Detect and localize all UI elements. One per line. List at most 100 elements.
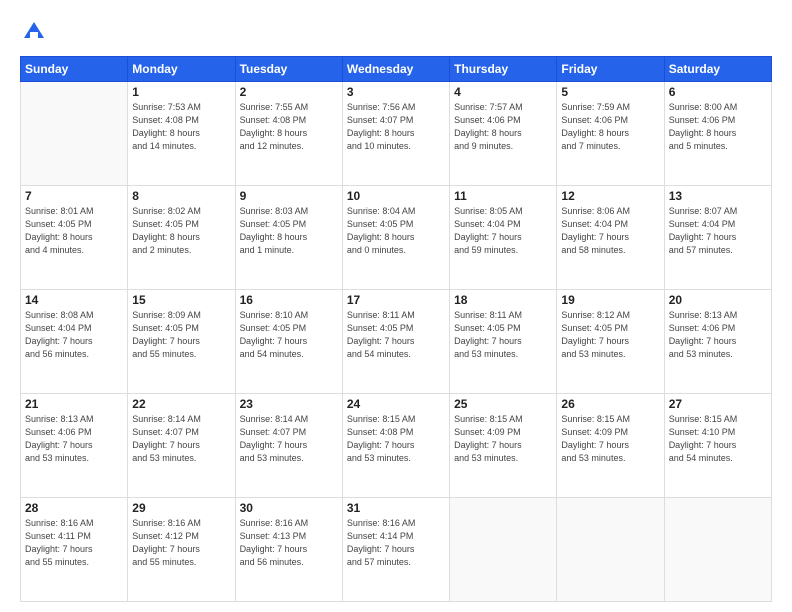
calendar-cell: 28 Sunrise: 8:16 AM Sunset: 4:11 PM Dayli…: [21, 498, 128, 602]
calendar-cell: 17 Sunrise: 8:11 AM Sunset: 4:05 PM Dayli…: [342, 290, 449, 394]
day-info: Sunrise: 8:11 AM Sunset: 4:05 PM Dayligh…: [454, 309, 552, 361]
day-info: Sunrise: 8:16 AM Sunset: 4:12 PM Dayligh…: [132, 517, 230, 569]
calendar-cell: 29 Sunrise: 8:16 AM Sunset: 4:12 PM Dayli…: [128, 498, 235, 602]
day-info: Sunrise: 8:02 AM Sunset: 4:05 PM Dayligh…: [132, 205, 230, 257]
weekday-header-thursday: Thursday: [450, 57, 557, 82]
calendar-cell: 21 Sunrise: 8:13 AM Sunset: 4:06 PM Dayli…: [21, 394, 128, 498]
day-number: 5: [561, 85, 659, 99]
day-info: Sunrise: 8:10 AM Sunset: 4:05 PM Dayligh…: [240, 309, 338, 361]
day-info: Sunrise: 8:03 AM Sunset: 4:05 PM Dayligh…: [240, 205, 338, 257]
day-number: 30: [240, 501, 338, 515]
day-info: Sunrise: 8:16 AM Sunset: 4:13 PM Dayligh…: [240, 517, 338, 569]
weekday-header-tuesday: Tuesday: [235, 57, 342, 82]
calendar-cell: 10Sunrise: 8:04 AM Sunset: 4:05 PM Dayli…: [342, 186, 449, 290]
weekday-header-row: SundayMondayTuesdayWednesdayThursdayFrid…: [21, 57, 772, 82]
weekday-header-monday: Monday: [128, 57, 235, 82]
calendar-cell: 15 Sunrise: 8:09 AM Sunset: 4:05 PM Dayli…: [128, 290, 235, 394]
calendar-cell: 22 Sunrise: 8:14 AM Sunset: 4:07 PM Dayli…: [128, 394, 235, 498]
day-info: Sunrise: 8:09 AM Sunset: 4:05 PM Dayligh…: [132, 309, 230, 361]
calendar-cell: 31 Sunrise: 8:16 AM Sunset: 4:14 PM Dayli…: [342, 498, 449, 602]
calendar-cell: 7 Sunrise: 8:01 AM Sunset: 4:05 PM Daylig…: [21, 186, 128, 290]
weekday-header-friday: Friday: [557, 57, 664, 82]
calendar-cell: 6 Sunrise: 8:00 AM Sunset: 4:06 PM Daylig…: [664, 82, 771, 186]
day-number: 18: [454, 293, 552, 307]
weekday-header-saturday: Saturday: [664, 57, 771, 82]
day-number: 25: [454, 397, 552, 411]
calendar-cell: 2Sunrise: 7:55 AM Sunset: 4:08 PM Daylig…: [235, 82, 342, 186]
day-info: Sunrise: 8:13 AM Sunset: 4:06 PM Dayligh…: [25, 413, 123, 465]
calendar-week-row: 7 Sunrise: 8:01 AM Sunset: 4:05 PM Daylig…: [21, 186, 772, 290]
day-info: Sunrise: 8:12 AM Sunset: 4:05 PM Dayligh…: [561, 309, 659, 361]
logo-icon: [20, 18, 48, 46]
calendar-week-row: 1 Sunrise: 7:53 AM Sunset: 4:08 PM Daylig…: [21, 82, 772, 186]
calendar-cell: 20Sunrise: 8:13 AM Sunset: 4:06 PM Dayli…: [664, 290, 771, 394]
day-number: 7: [25, 189, 123, 203]
day-info: Sunrise: 8:08 AM Sunset: 4:04 PM Dayligh…: [25, 309, 123, 361]
calendar-cell: 4 Sunrise: 7:57 AM Sunset: 4:06 PM Daylig…: [450, 82, 557, 186]
calendar-cell: 23Sunrise: 8:14 AM Sunset: 4:07 PM Dayli…: [235, 394, 342, 498]
day-info: Sunrise: 8:06 AM Sunset: 4:04 PM Dayligh…: [561, 205, 659, 257]
day-number: 24: [347, 397, 445, 411]
day-info: Sunrise: 8:11 AM Sunset: 4:05 PM Dayligh…: [347, 309, 445, 361]
day-info: Sunrise: 8:15 AM Sunset: 4:10 PM Dayligh…: [669, 413, 767, 465]
calendar-cell: [21, 82, 128, 186]
calendar-cell: 16 Sunrise: 8:10 AM Sunset: 4:05 PM Dayli…: [235, 290, 342, 394]
day-number: 17: [347, 293, 445, 307]
day-number: 22: [132, 397, 230, 411]
day-info: Sunrise: 7:53 AM Sunset: 4:08 PM Dayligh…: [132, 101, 230, 153]
calendar-cell: 25 Sunrise: 8:15 AM Sunset: 4:09 PM Dayli…: [450, 394, 557, 498]
calendar-week-row: 28 Sunrise: 8:16 AM Sunset: 4:11 PM Dayli…: [21, 498, 772, 602]
calendar-cell: 12 Sunrise: 8:06 AM Sunset: 4:04 PM Dayli…: [557, 186, 664, 290]
page: SundayMondayTuesdayWednesdayThursdayFrid…: [0, 0, 792, 612]
day-info: Sunrise: 8:15 AM Sunset: 4:09 PM Dayligh…: [561, 413, 659, 465]
day-info: Sunrise: 8:15 AM Sunset: 4:09 PM Dayligh…: [454, 413, 552, 465]
calendar-cell: [664, 498, 771, 602]
day-info: Sunrise: 7:55 AM Sunset: 4:08 PM Dayligh…: [240, 101, 338, 153]
calendar-cell: 3 Sunrise: 7:56 AM Sunset: 4:07 PM Daylig…: [342, 82, 449, 186]
day-number: 31: [347, 501, 445, 515]
day-number: 3: [347, 85, 445, 99]
day-number: 28: [25, 501, 123, 515]
calendar-cell: [557, 498, 664, 602]
calendar-week-row: 14 Sunrise: 8:08 AM Sunset: 4:04 PM Dayli…: [21, 290, 772, 394]
day-info: Sunrise: 8:01 AM Sunset: 4:05 PM Dayligh…: [25, 205, 123, 257]
calendar-week-row: 21 Sunrise: 8:13 AM Sunset: 4:06 PM Dayli…: [21, 394, 772, 498]
day-number: 26: [561, 397, 659, 411]
day-info: Sunrise: 8:14 AM Sunset: 4:07 PM Dayligh…: [132, 413, 230, 465]
day-number: 1: [132, 85, 230, 99]
day-number: 23: [240, 397, 338, 411]
day-number: 14: [25, 293, 123, 307]
calendar-cell: 8 Sunrise: 8:02 AM Sunset: 4:05 PM Daylig…: [128, 186, 235, 290]
calendar-cell: 11 Sunrise: 8:05 AM Sunset: 4:04 PM Dayli…: [450, 186, 557, 290]
day-number: 8: [132, 189, 230, 203]
day-number: 6: [669, 85, 767, 99]
day-number: 13: [669, 189, 767, 203]
day-number: 19: [561, 293, 659, 307]
day-info: Sunrise: 8:00 AM Sunset: 4:06 PM Dayligh…: [669, 101, 767, 153]
day-info: Sunrise: 7:56 AM Sunset: 4:07 PM Dayligh…: [347, 101, 445, 153]
day-info: Sunrise: 8:16 AM Sunset: 4:14 PM Dayligh…: [347, 517, 445, 569]
calendar-cell: 24 Sunrise: 8:15 AM Sunset: 4:08 PM Dayli…: [342, 394, 449, 498]
day-info: Sunrise: 7:57 AM Sunset: 4:06 PM Dayligh…: [454, 101, 552, 153]
calendar-cell: 30 Sunrise: 8:16 AM Sunset: 4:13 PM Dayli…: [235, 498, 342, 602]
calendar-cell: 18 Sunrise: 8:11 AM Sunset: 4:05 PM Dayli…: [450, 290, 557, 394]
day-info: Sunrise: 8:16 AM Sunset: 4:11 PM Dayligh…: [25, 517, 123, 569]
weekday-header-wednesday: Wednesday: [342, 57, 449, 82]
day-number: 9: [240, 189, 338, 203]
day-info: Sunrise: 8:05 AM Sunset: 4:04 PM Dayligh…: [454, 205, 552, 257]
day-number: 11: [454, 189, 552, 203]
day-number: 29: [132, 501, 230, 515]
calendar-cell: 1 Sunrise: 7:53 AM Sunset: 4:08 PM Daylig…: [128, 82, 235, 186]
day-number: 4: [454, 85, 552, 99]
day-number: 15: [132, 293, 230, 307]
day-info: Sunrise: 8:04 AM Sunset: 4:05 PM Dayligh…: [347, 205, 445, 257]
day-info: Sunrise: 8:13 AM Sunset: 4:06 PM Dayligh…: [669, 309, 767, 361]
calendar-cell: 26 Sunrise: 8:15 AM Sunset: 4:09 PM Dayli…: [557, 394, 664, 498]
calendar-table: SundayMondayTuesdayWednesdayThursdayFrid…: [20, 56, 772, 602]
day-number: 12: [561, 189, 659, 203]
day-info: Sunrise: 8:15 AM Sunset: 4:08 PM Dayligh…: [347, 413, 445, 465]
calendar-cell: 9 Sunrise: 8:03 AM Sunset: 4:05 PM Daylig…: [235, 186, 342, 290]
day-number: 16: [240, 293, 338, 307]
logo: [20, 18, 52, 46]
day-number: 21: [25, 397, 123, 411]
